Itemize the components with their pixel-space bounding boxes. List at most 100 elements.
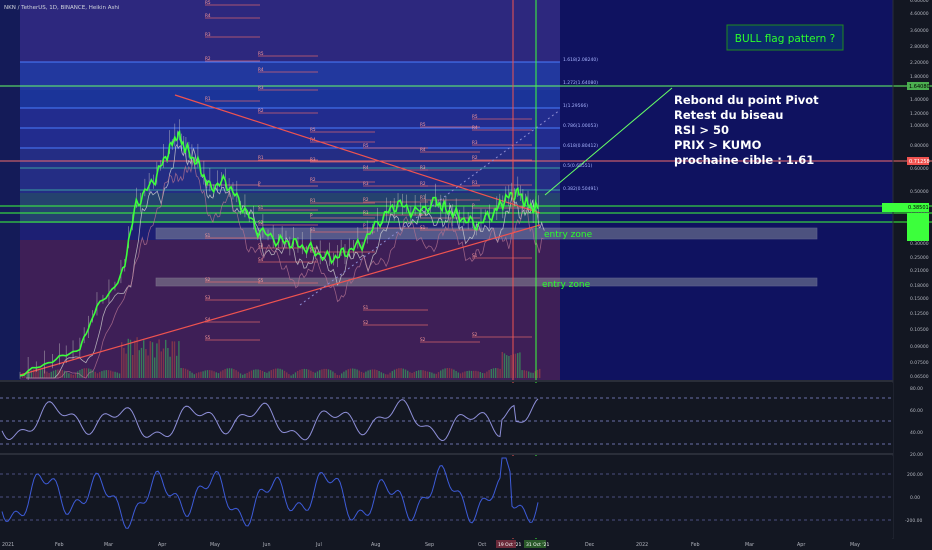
volume-bar [268, 371, 270, 378]
volume-bar [391, 371, 393, 378]
red-band [20, 240, 560, 380]
note-line: PRIX > KUMO [674, 138, 762, 152]
volume-bar [52, 370, 55, 378]
pivot-label: S1 [363, 305, 369, 310]
volume-bar [125, 353, 127, 378]
volume-bar [101, 371, 103, 378]
chart-header-symbol: NKN / TetherUS, 1D, BINANCE, Heikin Ashi [4, 5, 120, 11]
pivot-label: R2 [310, 177, 316, 182]
volume-bar [319, 370, 321, 378]
volume-bar [281, 369, 283, 378]
volume-bar [211, 370, 213, 378]
rsi-axis-label: 40.00 [910, 430, 923, 436]
volume-bar [116, 372, 118, 378]
pivot-label: S5 [205, 335, 211, 340]
volume-bar [409, 372, 411, 378]
volume-bar [77, 371, 79, 378]
pivot-label: R5 [472, 114, 478, 119]
indicator-tag-stack [907, 213, 929, 241]
price-axis-label: 0.18000 [910, 283, 929, 289]
price-tag: 1.64080 [909, 84, 930, 90]
volume-bar [171, 341, 173, 378]
volume-bar [499, 368, 501, 378]
volume-bar [407, 370, 409, 378]
volume-bar [446, 368, 448, 378]
volume-bar [200, 371, 202, 378]
volume-bar [277, 368, 279, 378]
volume-bar [235, 370, 237, 378]
volume-bar [374, 369, 376, 378]
time-axis-label: Apr [158, 542, 166, 548]
volume-bar [473, 370, 475, 378]
volume-bar [321, 369, 323, 378]
volume-bar [481, 373, 484, 378]
volume-bar [204, 370, 206, 378]
volume-bar [387, 374, 389, 378]
volume-bar [356, 369, 358, 378]
volume-bar [242, 374, 244, 378]
volume-bar [136, 337, 138, 378]
volume-bar [272, 369, 275, 378]
volume-bar [486, 371, 488, 378]
time-axis-label: Feb [691, 542, 700, 548]
volume-bar [244, 373, 246, 378]
volume-bar [299, 369, 301, 378]
future-pane [560, 0, 893, 380]
price-tag: 0.71258 [909, 159, 930, 165]
volume-bar [517, 353, 519, 378]
fib-label: 0.786(1.00053) [563, 123, 598, 129]
volume-bar [343, 371, 345, 378]
entry-zone-label-1: entry zone [544, 230, 593, 240]
volume-bar [127, 338, 129, 378]
pivot-label: R2 [363, 197, 369, 202]
volume-bar [184, 368, 187, 378]
price-axis-label: 2.80000 [910, 44, 929, 50]
pivot-label: S2 [363, 320, 369, 325]
volume-bar [459, 373, 462, 378]
volume-bar [462, 372, 464, 378]
chart-canvas[interactable]: R5R4R3R2R1PS1S2S3S4S5R5R4R3R2R1PS1S2S3S4… [0, 0, 932, 550]
price-axis-label: 0.07500 [910, 360, 929, 366]
volume-bar [442, 369, 444, 378]
entry-zone-label-2: entry zone [542, 280, 591, 290]
volume-bar [26, 373, 28, 378]
price-axis-label: 0.30000 [910, 241, 929, 247]
price-tag: 0.38501 [908, 205, 929, 211]
note-line: RSI > 50 [674, 123, 729, 137]
pivot-label: R1 [363, 210, 369, 215]
volume-bar [484, 373, 486, 378]
volume-bar [147, 355, 149, 378]
volume-bar [501, 352, 503, 378]
volume-bar [437, 372, 440, 378]
volume-bar [444, 368, 446, 378]
volume-bar [191, 372, 193, 378]
volume-bar [532, 372, 534, 378]
volume-bar [470, 370, 473, 378]
volume-bar [503, 353, 506, 378]
volume-bar [455, 371, 457, 378]
pivot-label: S1 [420, 225, 426, 230]
volume-bar [167, 348, 169, 378]
volume-bar [490, 369, 492, 378]
volume-bar [530, 372, 532, 378]
rsi-pane[interactable] [0, 383, 893, 453]
price-axis-label: 0.80000 [910, 143, 929, 149]
volume-bar [418, 370, 420, 378]
price-axis-label: 1.00000 [910, 123, 929, 129]
volume-bar [448, 368, 451, 378]
volume-bar [352, 368, 354, 378]
volume-bar [213, 371, 215, 378]
volume-bar [514, 353, 517, 378]
volume-bar [187, 369, 189, 378]
volume-bar [316, 371, 319, 378]
volume-bar [145, 349, 147, 378]
pivot-label: R1 [258, 155, 264, 160]
pivot-label: R3 [420, 165, 426, 170]
volume-bar [327, 369, 330, 378]
volume-bar [253, 369, 255, 378]
price-axis-label: 0.50000 [910, 189, 929, 195]
volume-bar [149, 341, 151, 378]
volume-bar [312, 371, 314, 378]
pivot-label: R3 [472, 140, 478, 145]
volume-bar [433, 373, 435, 378]
